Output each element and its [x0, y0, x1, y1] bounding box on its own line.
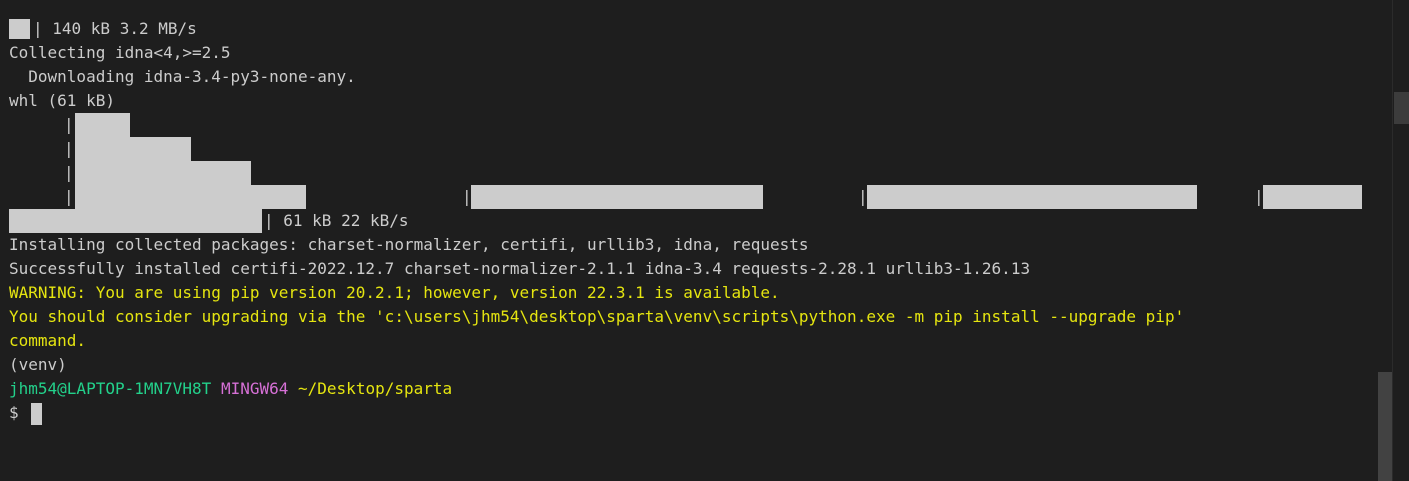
prompt-user: jhm54@LAPTOP-1MN7VH8T — [9, 379, 212, 398]
progress-bar-fill — [9, 209, 262, 233]
outer-scrollbar[interactable] — [1392, 0, 1409, 481]
terminal-line: Collecting idna<4,>=2.5 — [9, 43, 231, 62]
venv-indicator: (venv) — [9, 355, 67, 374]
text-cursor[interactable] — [31, 403, 42, 425]
progress-bar-separator: | — [64, 115, 74, 134]
warning-line: WARNING: You are using pip version 20.2.… — [9, 283, 780, 302]
shell-prompt: jhm54@LAPTOP-1MN7VH8T MINGW64 ~/Desktop/… — [9, 377, 452, 401]
progress-bar-fill — [75, 113, 130, 137]
terminal-line: | 140 kB 3.2 MB/s — [33, 19, 197, 38]
outer-scrollbar-thumb[interactable] — [1394, 92, 1409, 124]
terminal-line: Successfully installed certifi-2022.12.7… — [9, 259, 1031, 278]
progress-bar-separator: | — [64, 163, 74, 182]
terminal-window[interactable]: | 140 kB 3.2 MB/s Collecting idna<4,>=2.… — [0, 0, 1409, 481]
progress-bar-fill — [867, 185, 1197, 209]
warning-line: You should consider upgrading via the 'c… — [9, 307, 1185, 326]
progress-bar-fill — [471, 185, 763, 209]
terminal-line: whl (61 kB) — [9, 91, 115, 110]
progress-bar-fill — [75, 161, 251, 185]
progress-bar-separator: | — [64, 139, 74, 158]
prompt-path: ~/Desktop/sparta — [298, 379, 453, 398]
progress-bar-fill — [9, 19, 30, 39]
terminal-line: Installing collected packages: charset-n… — [9, 235, 809, 254]
progress-bar-fill — [75, 137, 191, 161]
terminal-line: | 61 kB 22 kB/s — [264, 211, 409, 230]
prompt-env: MINGW64 — [220, 379, 289, 398]
progress-bar-fill — [75, 185, 306, 209]
warning-line: command. — [9, 331, 87, 350]
progress-bar-separator: | — [64, 187, 74, 206]
prompt-symbol: $ — [9, 403, 19, 422]
scrollbar-thumb[interactable] — [1378, 372, 1392, 481]
progress-bar-fill — [1263, 185, 1362, 209]
terminal-line: Downloading idna-3.4-py3-none-any. — [9, 67, 356, 86]
